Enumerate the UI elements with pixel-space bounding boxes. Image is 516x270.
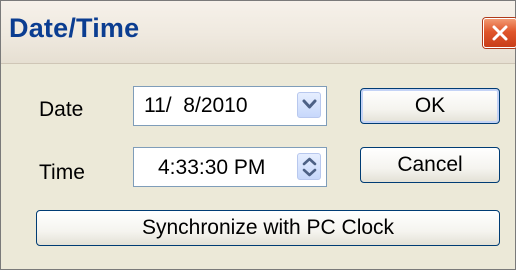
title-bar[interactable]: Date/Time (1, 1, 516, 64)
time-label: Time (39, 161, 85, 184)
date-picker[interactable]: 11/ 8/2010 (133, 86, 327, 126)
cancel-button-label: Cancel (397, 153, 463, 176)
close-button[interactable] (483, 18, 516, 48)
synchronize-button-label: Synchronize with PC Clock (141, 216, 395, 239)
ok-button-label: OK (414, 94, 446, 117)
dialog-title: Date/Time (9, 13, 140, 43)
ok-button[interactable]: OK (360, 88, 500, 124)
time-spin-buttons[interactable] (297, 153, 321, 180)
date-value: 11/ 8/2010 (144, 94, 248, 117)
down-arrow-icon[interactable] (302, 168, 317, 177)
up-arrow-icon[interactable] (302, 157, 317, 166)
chevron-down-icon (302, 99, 317, 109)
date-time-dialog: Date/Time Date 11/ 8/2010 Time 4:33:30 P… (0, 0, 516, 270)
date-dropdown-button[interactable] (297, 92, 321, 118)
time-spinner[interactable]: 4:33:30 PM (133, 147, 327, 187)
date-label: Date (39, 98, 84, 121)
close-icon (492, 25, 508, 41)
synchronize-button[interactable]: Synchronize with PC Clock (36, 210, 500, 246)
cancel-button[interactable]: Cancel (360, 147, 500, 183)
time-value: 4:33:30 PM (158, 156, 266, 179)
